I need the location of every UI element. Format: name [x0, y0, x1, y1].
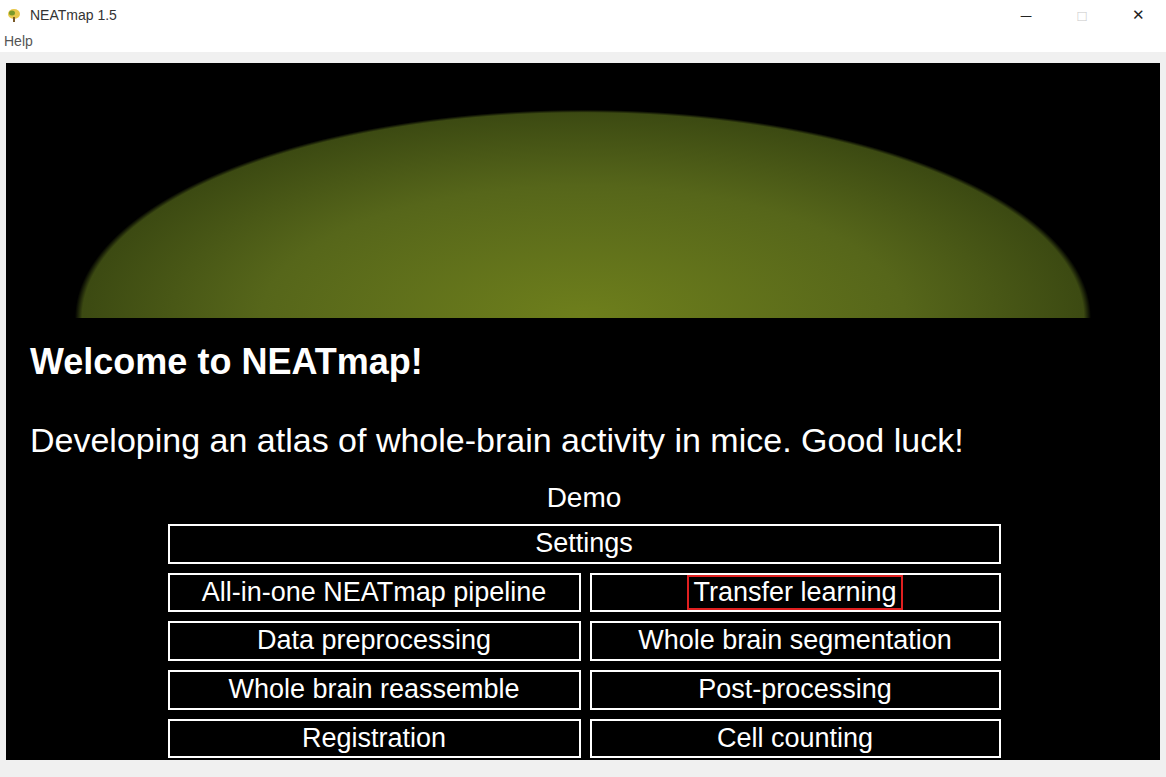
button-area: Settings All-in-one NEATmap pipeline Trans…: [168, 524, 1001, 758]
button-grid: All-in-one NEATmap pipeline Transfer lear…: [168, 573, 1001, 759]
window-controls: ─□✕: [998, 0, 1166, 30]
window-control-button[interactable]: ─: [998, 0, 1054, 30]
nav-button[interactable]: Post-processing: [590, 670, 1001, 710]
button-label: Whole brain segmentation: [632, 623, 958, 659]
button-label: Whole brain reassemble: [222, 672, 525, 708]
nav-button[interactable]: All-in-one NEATmap pipeline: [168, 573, 581, 613]
button-label: Transfer learning: [687, 575, 902, 611]
window-frame: Welcome to NEATmap! Developing an atlas o…: [0, 52, 1166, 777]
main-panel: Welcome to NEATmap! Developing an atlas o…: [6, 63, 1160, 760]
button-label: Post-processing: [692, 672, 898, 708]
button-label: All-in-one NEATmap pipeline: [196, 575, 553, 611]
nav-button[interactable]: Cell counting: [590, 719, 1001, 759]
app-logo-icon: [6, 7, 22, 23]
nav-button[interactable]: Registration: [168, 719, 581, 759]
menu-bar: Help: [0, 30, 1166, 52]
title-bar: NEATmap 1.5─□✕: [0, 0, 1166, 30]
demo-label: Demo: [6, 481, 1160, 515]
nav-button[interactable]: Whole brain segmentation: [590, 621, 1001, 661]
banner-image: [6, 63, 1160, 318]
window-control-button[interactable]: ✕: [1110, 0, 1166, 30]
button-label: Registration: [296, 721, 452, 757]
welcome-heading: Welcome to NEATmap!: [6, 340, 1160, 383]
menu-item[interactable]: Help: [4, 33, 33, 49]
nav-button[interactable]: Transfer learning: [590, 573, 1001, 613]
button-label: Settings: [529, 526, 639, 562]
settings-button[interactable]: Settings: [168, 524, 1001, 564]
content: Welcome to NEATmap! Developing an atlas o…: [6, 318, 1160, 758]
nav-button[interactable]: Data preprocessing: [168, 621, 581, 661]
button-label: Data preprocessing: [251, 623, 497, 659]
nav-button[interactable]: Whole brain reassemble: [168, 670, 581, 710]
welcome-subtitle: Developing an atlas of whole-brain activ…: [6, 420, 1160, 461]
window-title: NEATmap 1.5: [30, 7, 998, 23]
app-window: NEATmap 1.5─□✕ Help Welcome to NEATmap! Dev…: [0, 0, 1166, 777]
button-label: Cell counting: [711, 721, 879, 757]
window-control-button: □: [1054, 0, 1110, 30]
